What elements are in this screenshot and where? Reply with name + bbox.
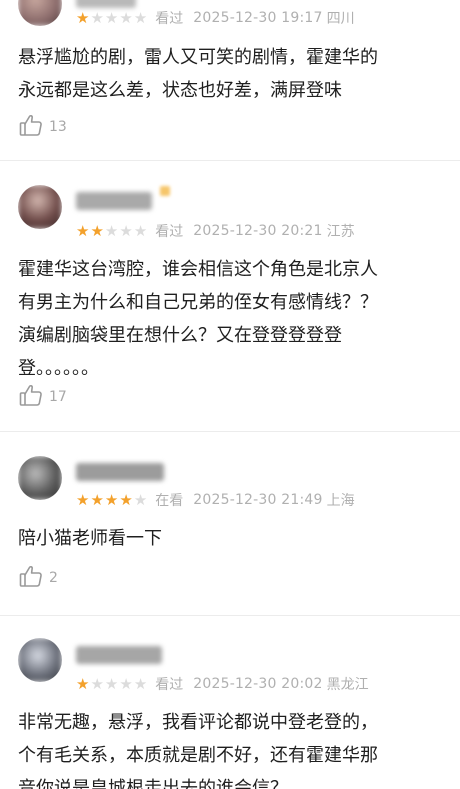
star-rating: ★ ★ ★ ★ ★ <box>76 8 148 27</box>
star-rating: ★ ★ ★ ★ ★ <box>76 221 148 240</box>
star-icon: ★ <box>133 8 148 27</box>
review-time: 2025-12-30 19:17 <box>193 10 323 26</box>
review-text-line: 悬浮尴尬的剧，雷人又可笑的剧情，霍建华的 <box>18 47 378 68</box>
like-count: 2 <box>49 570 58 586</box>
avatar[interactable] <box>18 0 62 26</box>
star-icon: ★ <box>133 221 148 240</box>
star-icon: ★ <box>104 490 119 509</box>
star-icon: ★ <box>119 8 133 27</box>
like-button[interactable]: 2 <box>18 565 58 591</box>
review-location: 江苏 <box>326 224 355 240</box>
star-icon: ★ <box>90 221 104 240</box>
like-count: 17 <box>49 389 67 405</box>
review-location: 黑龙江 <box>326 677 369 693</box>
star-icon: ★ <box>76 221 90 240</box>
review-time: 2025-12-30 21:49 <box>193 492 323 508</box>
review-text-line: 陪小猫老师看一下 <box>18 528 162 549</box>
review-text: 陪小猫老师看一下 <box>18 522 448 555</box>
user-badge <box>160 186 170 196</box>
review-card: ★ ★ ★ ★ ★ 看过 2025-12-30 20:21 江苏 霍建华这台湾腔，谁会相… <box>0 161 460 431</box>
like-count: 13 <box>49 119 67 135</box>
review-location: 上海 <box>326 493 355 509</box>
star-icon: ★ <box>76 490 90 509</box>
review-meta: ★ ★ ★ ★ ★ 看过 2025-12-30 20:02 黑龙江 <box>76 674 369 694</box>
star-icon: ★ <box>76 8 90 27</box>
star-icon: ★ <box>104 221 119 240</box>
star-icon: ★ <box>90 490 104 509</box>
star-icon: ★ <box>133 490 148 509</box>
username[interactable] <box>76 646 162 664</box>
thumbs-up-icon <box>18 112 44 142</box>
like-button[interactable]: 17 <box>18 384 67 410</box>
star-icon: ★ <box>90 674 104 693</box>
star-icon: ★ <box>119 221 133 240</box>
star-rating: ★ ★ ★ ★ ★ <box>76 490 148 509</box>
review-meta: ★ ★ ★ ★ ★ 看过 2025-12-30 19:17 四川 <box>76 8 355 28</box>
review-text-line: 演编剧脑袋里在想什么？又在登登登登登 <box>18 325 342 346</box>
review-text-line: 非常无趣，悬浮，我看评论都说中登老登的， <box>18 712 378 733</box>
username[interactable] <box>76 463 164 481</box>
review-text: 悬浮尴尬的剧，雷人又可笑的剧情，霍建华的 永远都是这么差，状态也好差，满屏登味 <box>18 41 448 107</box>
star-icon: ★ <box>104 674 119 693</box>
username[interactable] <box>76 0 136 8</box>
review-time: 2025-12-30 20:02 <box>193 676 323 692</box>
star-icon: ★ <box>119 490 133 509</box>
watch-status: 看过 <box>155 11 184 27</box>
review-text-line: 有男主为什么和自己兄弟的侄女有感情线？？ <box>18 292 378 313</box>
review-text-line: 音你说是皇城根走出去的谁会信？ <box>18 778 288 789</box>
star-icon: ★ <box>76 674 90 693</box>
review-text: 非常无趣，悬浮，我看评论都说中登老登的， 个有毛关系，本质就是剧不好，还有霍建华… <box>18 706 448 789</box>
review-text-line: 个有毛关系，本质就是剧不好，还有霍建华那 <box>18 745 378 766</box>
review-meta: ★ ★ ★ ★ ★ 看过 2025-12-30 20:21 江苏 <box>76 221 355 241</box>
review-card: ★ ★ ★ ★ ★ 在看 2025-12-30 21:49 上海 陪小猫老师看一下 2 <box>0 432 460 615</box>
like-button[interactable]: 13 <box>18 114 67 140</box>
star-icon: ★ <box>90 8 104 27</box>
username[interactable] <box>76 192 152 210</box>
avatar[interactable] <box>18 456 62 500</box>
star-icon: ★ <box>104 8 119 27</box>
watch-status: 看过 <box>155 224 184 240</box>
avatar[interactable] <box>18 185 62 229</box>
review-meta: ★ ★ ★ ★ ★ 在看 2025-12-30 21:49 上海 <box>76 490 355 510</box>
review-card: ★ ★ ★ ★ ★ 看过 2025-12-30 19:17 四川 悬浮尴尬的剧，雷人又可… <box>0 0 460 160</box>
star-rating: ★ ★ ★ ★ ★ <box>76 674 148 693</box>
review-time: 2025-12-30 20:21 <box>193 223 323 239</box>
thumbs-up-icon <box>18 382 44 412</box>
review-text-line: 霍建华这台湾腔，谁会相信这个角色是北京人 <box>18 259 378 280</box>
avatar[interactable] <box>18 638 62 682</box>
thumbs-up-icon <box>18 563 44 593</box>
review-text-line: 永远都是这么差，状态也好差，满屏登味 <box>18 80 342 101</box>
star-icon: ★ <box>119 674 133 693</box>
watch-status: 在看 <box>155 493 184 509</box>
review-text: 霍建华这台湾腔，谁会相信这个角色是北京人 有男主为什么和自己兄弟的侄女有感情线？… <box>18 253 448 385</box>
review-card: ★ ★ ★ ★ ★ 看过 2025-12-30 20:02 黑龙江 非常无趣，悬浮，我看… <box>0 616 460 789</box>
star-icon: ★ <box>133 674 148 693</box>
review-location: 四川 <box>326 11 355 27</box>
review-text-line: 登。。。。。。 <box>18 358 99 379</box>
watch-status: 看过 <box>155 677 184 693</box>
